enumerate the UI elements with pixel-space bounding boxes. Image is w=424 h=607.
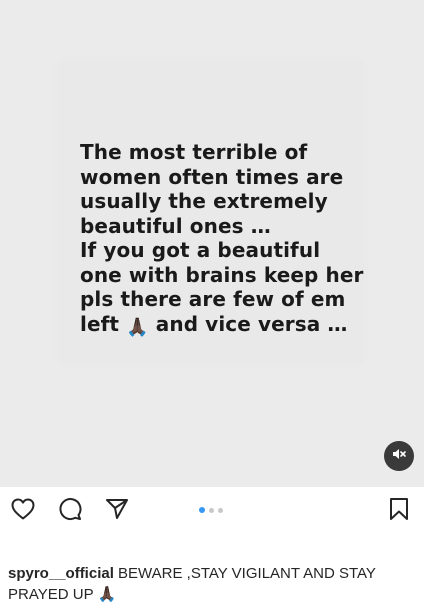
- comment-button[interactable]: [56, 497, 84, 525]
- like-button[interactable]: [9, 497, 37, 525]
- quote-line-tail: and vice versa …: [155, 311, 348, 336]
- quote-text: The most terrible of women often times a…: [80, 140, 380, 337]
- quote-line: pls there are few of em: [80, 287, 346, 311]
- caption-emoji: 🙏🏿: [97, 586, 117, 603]
- speaker-muted-icon: [391, 446, 407, 467]
- pray-emoji: 🙏🏿: [126, 316, 149, 338]
- share-button[interactable]: [103, 497, 131, 525]
- quote-line-last: left 🙏🏿 and vice versa …: [80, 312, 380, 337]
- carousel-dot-active: [199, 507, 205, 513]
- quote-line: women often times are: [80, 164, 344, 189]
- save-button[interactable]: [385, 497, 413, 525]
- carousel-dot: [218, 507, 223, 513]
- quote-line: beautiful ones …: [80, 213, 271, 238]
- comment-bubble-icon: [57, 496, 83, 527]
- paper-plane-icon: [104, 496, 130, 527]
- quote-line: left: [80, 311, 120, 336]
- bookmark-icon: [388, 496, 410, 527]
- caption-username[interactable]: spyro__official: [8, 565, 114, 582]
- quote-line: usually the extremely: [80, 189, 328, 213]
- heart-icon: [10, 497, 36, 526]
- carousel-dot: [209, 507, 214, 513]
- post-caption: spyro__official BEWARE ,STAY VIGILANT AN…: [8, 563, 418, 605]
- quote-line: one with brains keep her: [80, 262, 364, 287]
- quote-line: The most terrible of: [80, 140, 308, 164]
- quote-line: If you got a beautiful: [80, 238, 321, 262]
- action-bar: [0, 487, 424, 535]
- mute-button[interactable]: [384, 441, 414, 471]
- post-media[interactable]: The most terrible of women often times a…: [0, 0, 424, 487]
- carousel-indicator: [199, 507, 223, 513]
